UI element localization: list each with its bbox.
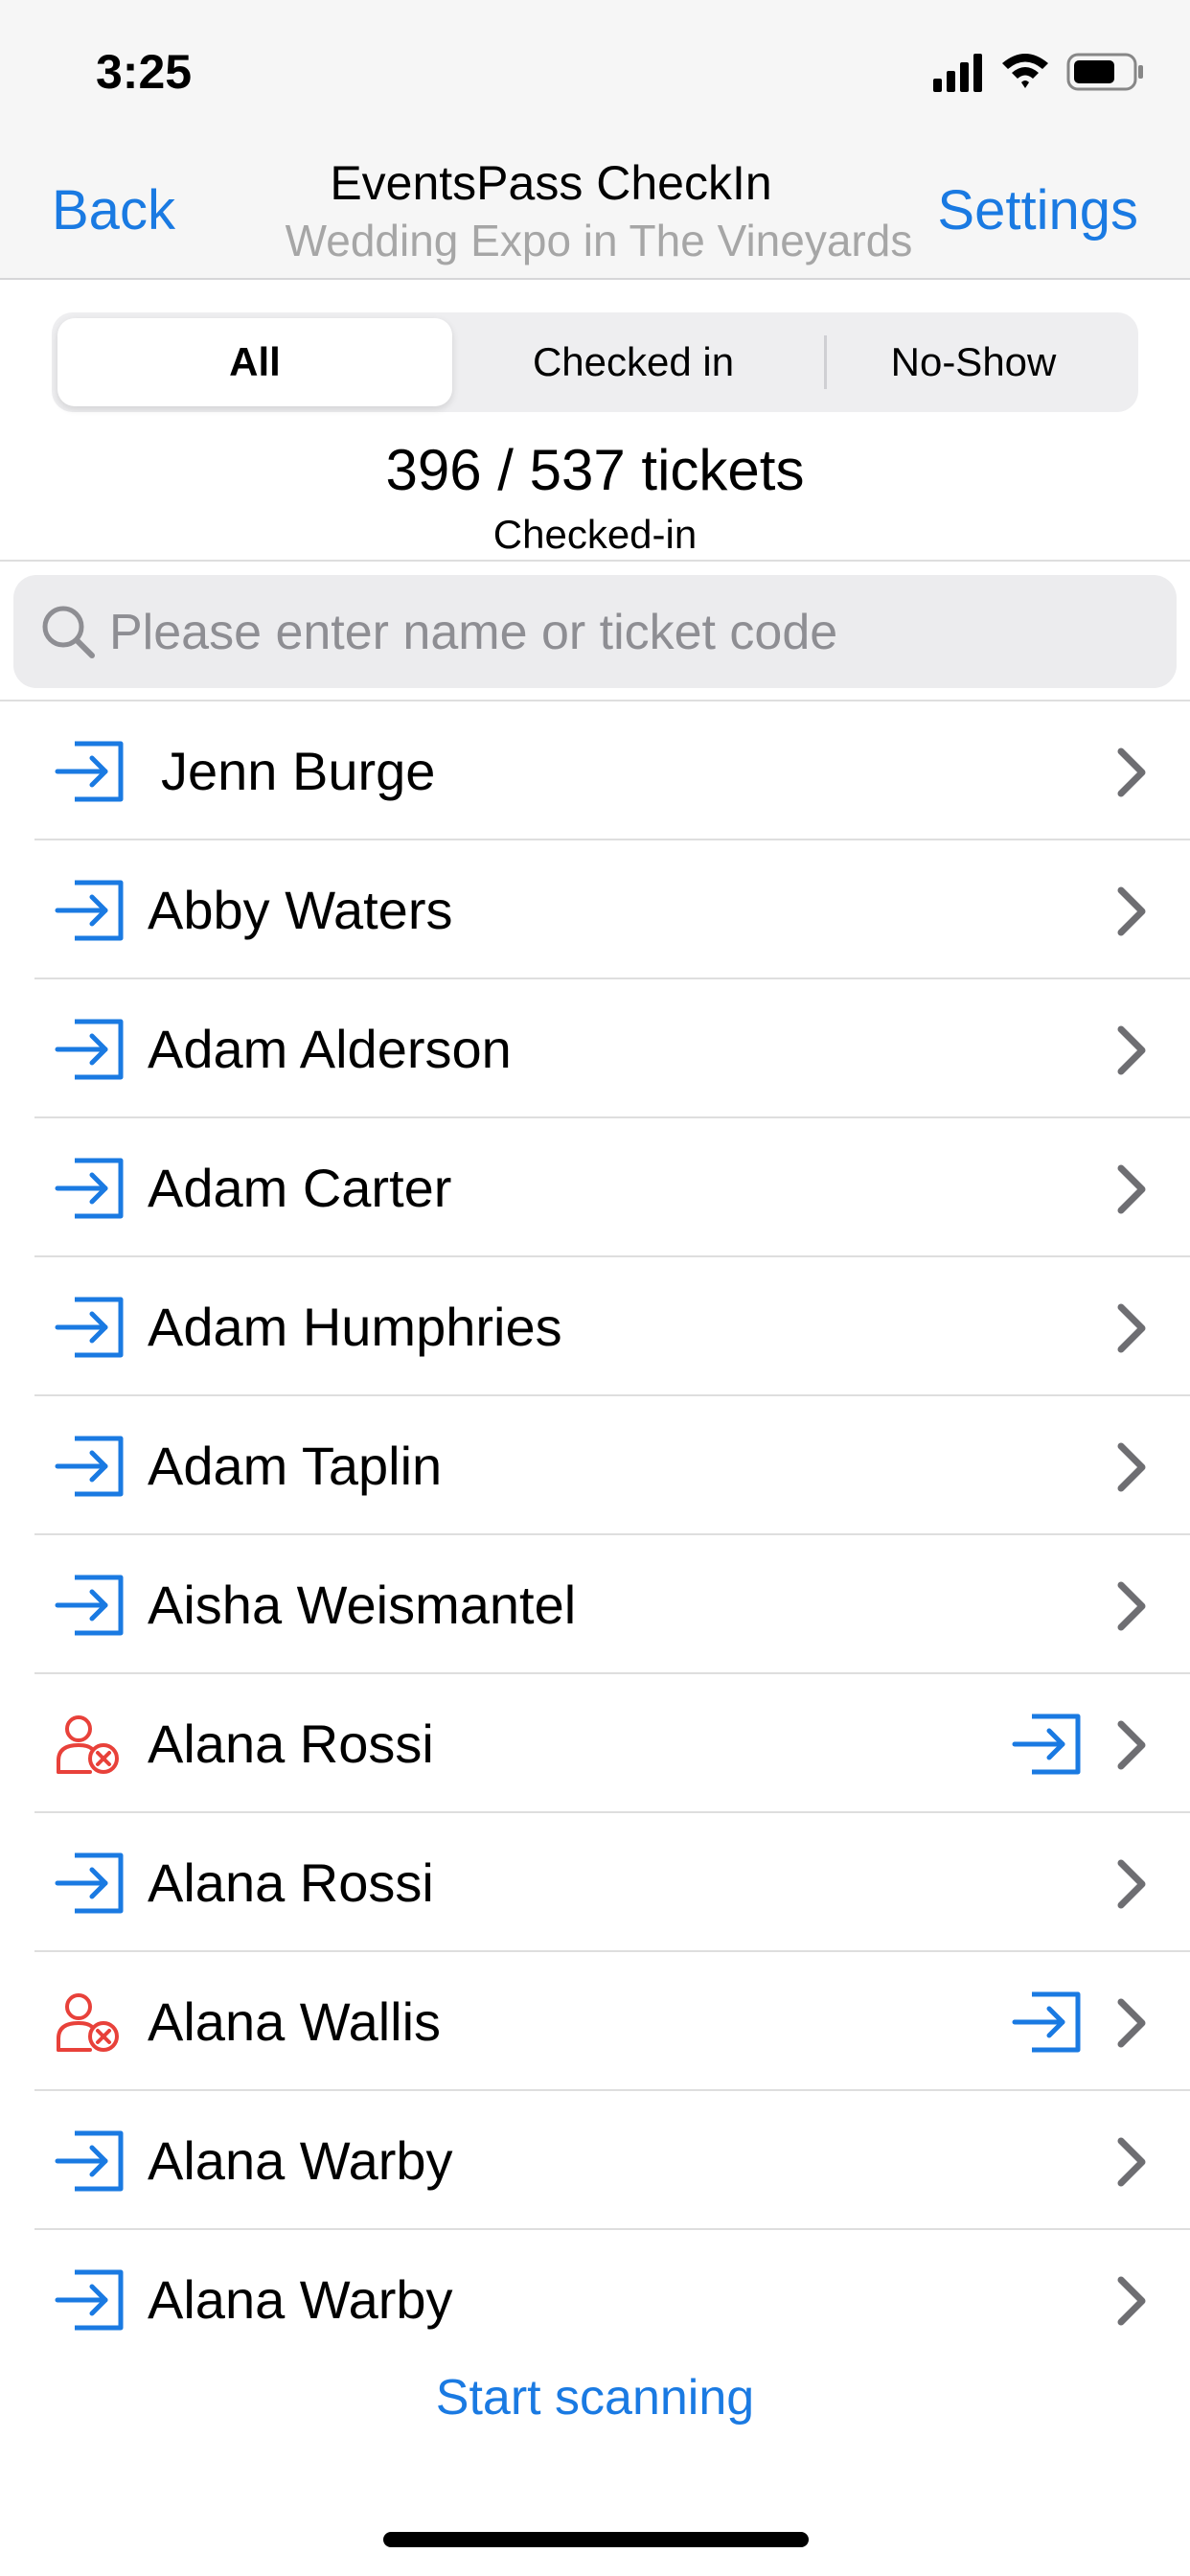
attendee-row[interactable]: Alana Rossi bbox=[0, 1813, 1190, 1952]
attendee-name: Adam Humphries bbox=[148, 1297, 562, 1357]
attendee-name: Alana Wallis bbox=[148, 1991, 442, 2052]
filter-segmented-control: All Checked in No-Show bbox=[52, 312, 1138, 412]
search-bar bbox=[13, 575, 1177, 688]
attendee-name: Adam Alderson bbox=[148, 1019, 512, 1079]
attendee-row[interactable]: Adam Alderson bbox=[0, 979, 1190, 1118]
chevron-right-icon bbox=[1115, 1857, 1148, 1911]
check-in-icon bbox=[54, 740, 126, 803]
attendee-row[interactable]: Adam Carter bbox=[0, 1118, 1190, 1257]
attendee-name: Alana Rossi bbox=[148, 1852, 434, 1913]
attendee-name: Abby Waters bbox=[148, 880, 453, 940]
no-show-person-icon bbox=[54, 1990, 126, 2054]
ticket-count: 396 / 537 tickets bbox=[385, 438, 805, 502]
search-input[interactable] bbox=[107, 592, 1156, 673]
chevron-right-icon bbox=[1115, 1996, 1148, 2050]
tab-no-show[interactable]: No-Show bbox=[814, 318, 1133, 406]
attendee-row[interactable]: Jenn Burge bbox=[0, 702, 1190, 840]
attendee-row[interactable]: Abby Waters bbox=[0, 840, 1190, 979]
start-scanning-button[interactable]: Start scanning bbox=[0, 2369, 1190, 2426]
chevron-right-icon bbox=[1115, 746, 1148, 799]
check-in-icon bbox=[54, 879, 126, 942]
check-in-button-icon[interactable] bbox=[1010, 1990, 1085, 2054]
chevron-right-icon bbox=[1115, 1440, 1148, 1494]
attendee-name: Aisha Weismantel bbox=[148, 1575, 577, 1635]
attendee-row[interactable]: Alana Warby bbox=[0, 2091, 1190, 2230]
check-in-icon bbox=[54, 1157, 126, 1220]
attendee-list[interactable]: Jenn Burge Abby Waters Adam Alderson Adam C… bbox=[0, 702, 1190, 2331]
divider bbox=[0, 560, 1190, 562]
attendee-row[interactable]: Adam Humphries bbox=[0, 1257, 1190, 1396]
no-show-person-icon bbox=[54, 1713, 126, 1776]
attendee-name: Jenn Burge bbox=[161, 741, 436, 801]
search-icon bbox=[42, 606, 95, 658]
battery-icon bbox=[1066, 53, 1143, 91]
settings-button[interactable]: Settings bbox=[937, 178, 1138, 242]
check-in-icon bbox=[54, 1574, 126, 1637]
check-in-icon bbox=[54, 1852, 126, 1915]
attendee-row[interactable]: Alana Warby bbox=[0, 2230, 1190, 2331]
check-in-icon bbox=[54, 1435, 126, 1498]
status-icons bbox=[933, 53, 1143, 92]
tab-all[interactable]: All bbox=[57, 318, 452, 406]
attendee-name: Adam Carter bbox=[148, 1158, 452, 1218]
check-in-icon bbox=[54, 1018, 126, 1081]
attendee-row[interactable]: Adam Taplin bbox=[0, 1396, 1190, 1535]
ticket-count-label: Checked-in bbox=[492, 512, 698, 557]
cellular-signal-icon bbox=[933, 54, 982, 92]
attendee-name: Alana Warby bbox=[148, 2130, 453, 2191]
tab-checked-in[interactable]: Checked in bbox=[452, 318, 814, 406]
check-in-icon bbox=[54, 2129, 126, 2193]
chevron-right-icon bbox=[1115, 1024, 1148, 1077]
navigation-bar: 3:25 Back EventsPass CheckIn Wedding Exp… bbox=[0, 0, 1190, 280]
check-in-button-icon[interactable] bbox=[1010, 1713, 1085, 1776]
wifi-icon bbox=[1002, 54, 1048, 88]
chevron-right-icon bbox=[1115, 885, 1148, 938]
attendee-name: Alana Warby bbox=[148, 2269, 453, 2330]
status-time: 3:25 bbox=[96, 45, 193, 99]
chevron-right-icon bbox=[1115, 2274, 1148, 2328]
chevron-right-icon bbox=[1115, 1718, 1148, 1772]
chevron-right-icon bbox=[1115, 1579, 1148, 1633]
home-indicator bbox=[383, 2532, 809, 2547]
attendee-row[interactable]: Alana Wallis bbox=[0, 1952, 1190, 2091]
attendee-row[interactable]: Alana Rossi bbox=[0, 1674, 1190, 1813]
chevron-right-icon bbox=[1115, 2135, 1148, 2189]
chevron-right-icon bbox=[1115, 1301, 1148, 1355]
check-in-icon bbox=[54, 1296, 126, 1359]
attendee-name: Alana Rossi bbox=[148, 1714, 434, 1774]
chevron-right-icon bbox=[1115, 1162, 1148, 1216]
attendee-name: Adam Taplin bbox=[148, 1436, 443, 1496]
check-in-icon bbox=[54, 2268, 126, 2331]
attendee-row[interactable]: Aisha Weismantel bbox=[0, 1535, 1190, 1674]
